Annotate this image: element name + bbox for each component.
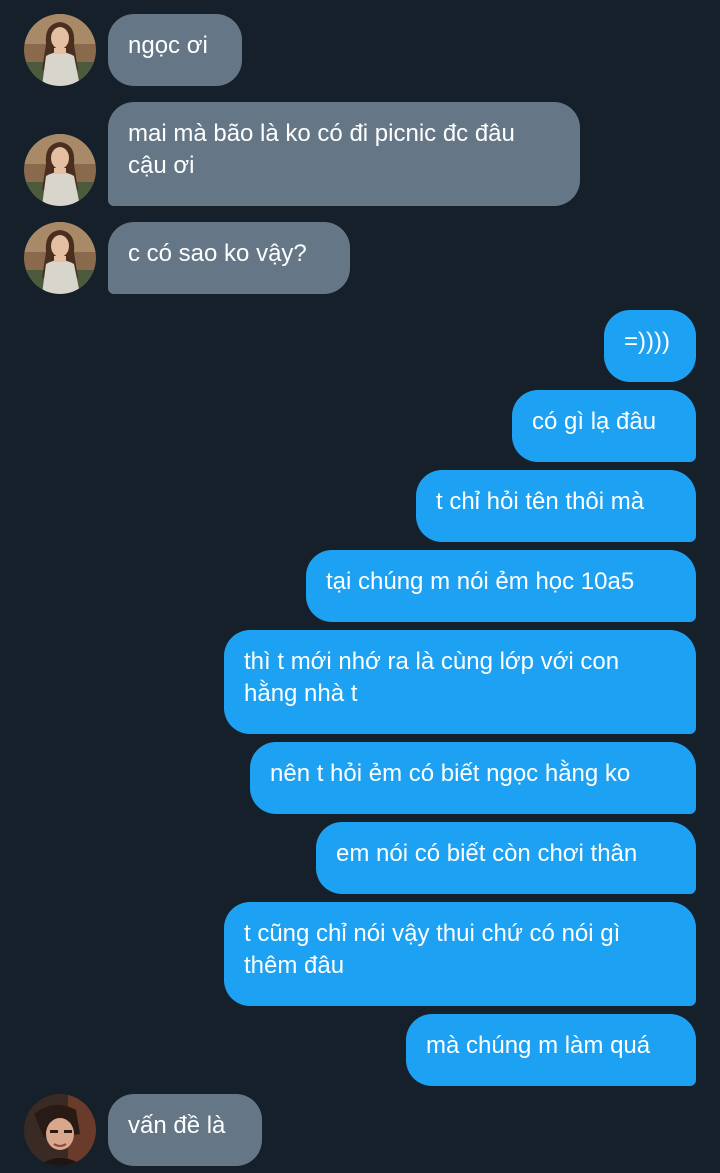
- avatar-woman-icon: [24, 14, 96, 86]
- message-bubble-outgoing[interactable]: mà chúng m làm quá: [406, 1014, 696, 1086]
- message-bubble-incoming[interactable]: ngọc ơi: [108, 14, 242, 86]
- avatar-woman-icon: [24, 134, 96, 206]
- sender-avatar[interactable]: [24, 1094, 96, 1166]
- message-bubble-incoming[interactable]: vấn đề là: [108, 1094, 262, 1166]
- message-bubble-outgoing[interactable]: =)))): [604, 310, 696, 382]
- message-bubble-outgoing[interactable]: t chỉ hỏi tên thôi mà: [416, 470, 696, 542]
- message-bubble-outgoing[interactable]: em nói có biết còn chơi thân: [316, 822, 696, 894]
- avatar-person-icon: [24, 1094, 96, 1166]
- message-bubble-outgoing[interactable]: t cũng chỉ nói vậy thui chứ có nói gì th…: [224, 902, 696, 1006]
- message-bubble-outgoing[interactable]: có gì lạ đâu: [512, 390, 696, 462]
- message-bubble-outgoing[interactable]: thì t mới nhớ ra là cùng lớp với con hằn…: [224, 630, 696, 734]
- sender-avatar[interactable]: [24, 14, 96, 86]
- message-bubble-outgoing[interactable]: tại chúng m nói ẻm học 10a5: [306, 550, 696, 622]
- avatar-woman-icon: [24, 222, 96, 294]
- message-bubble-incoming[interactable]: mai mà bão là ko có đi picnic đc đâu cậu…: [108, 102, 580, 206]
- message-bubble-incoming[interactable]: c có sao ko vậy?: [108, 222, 350, 294]
- sender-avatar[interactable]: [24, 222, 96, 294]
- message-bubble-outgoing[interactable]: nên t hỏi ẻm có biết ngọc hằng ko: [250, 742, 696, 814]
- sender-avatar[interactable]: [24, 134, 96, 206]
